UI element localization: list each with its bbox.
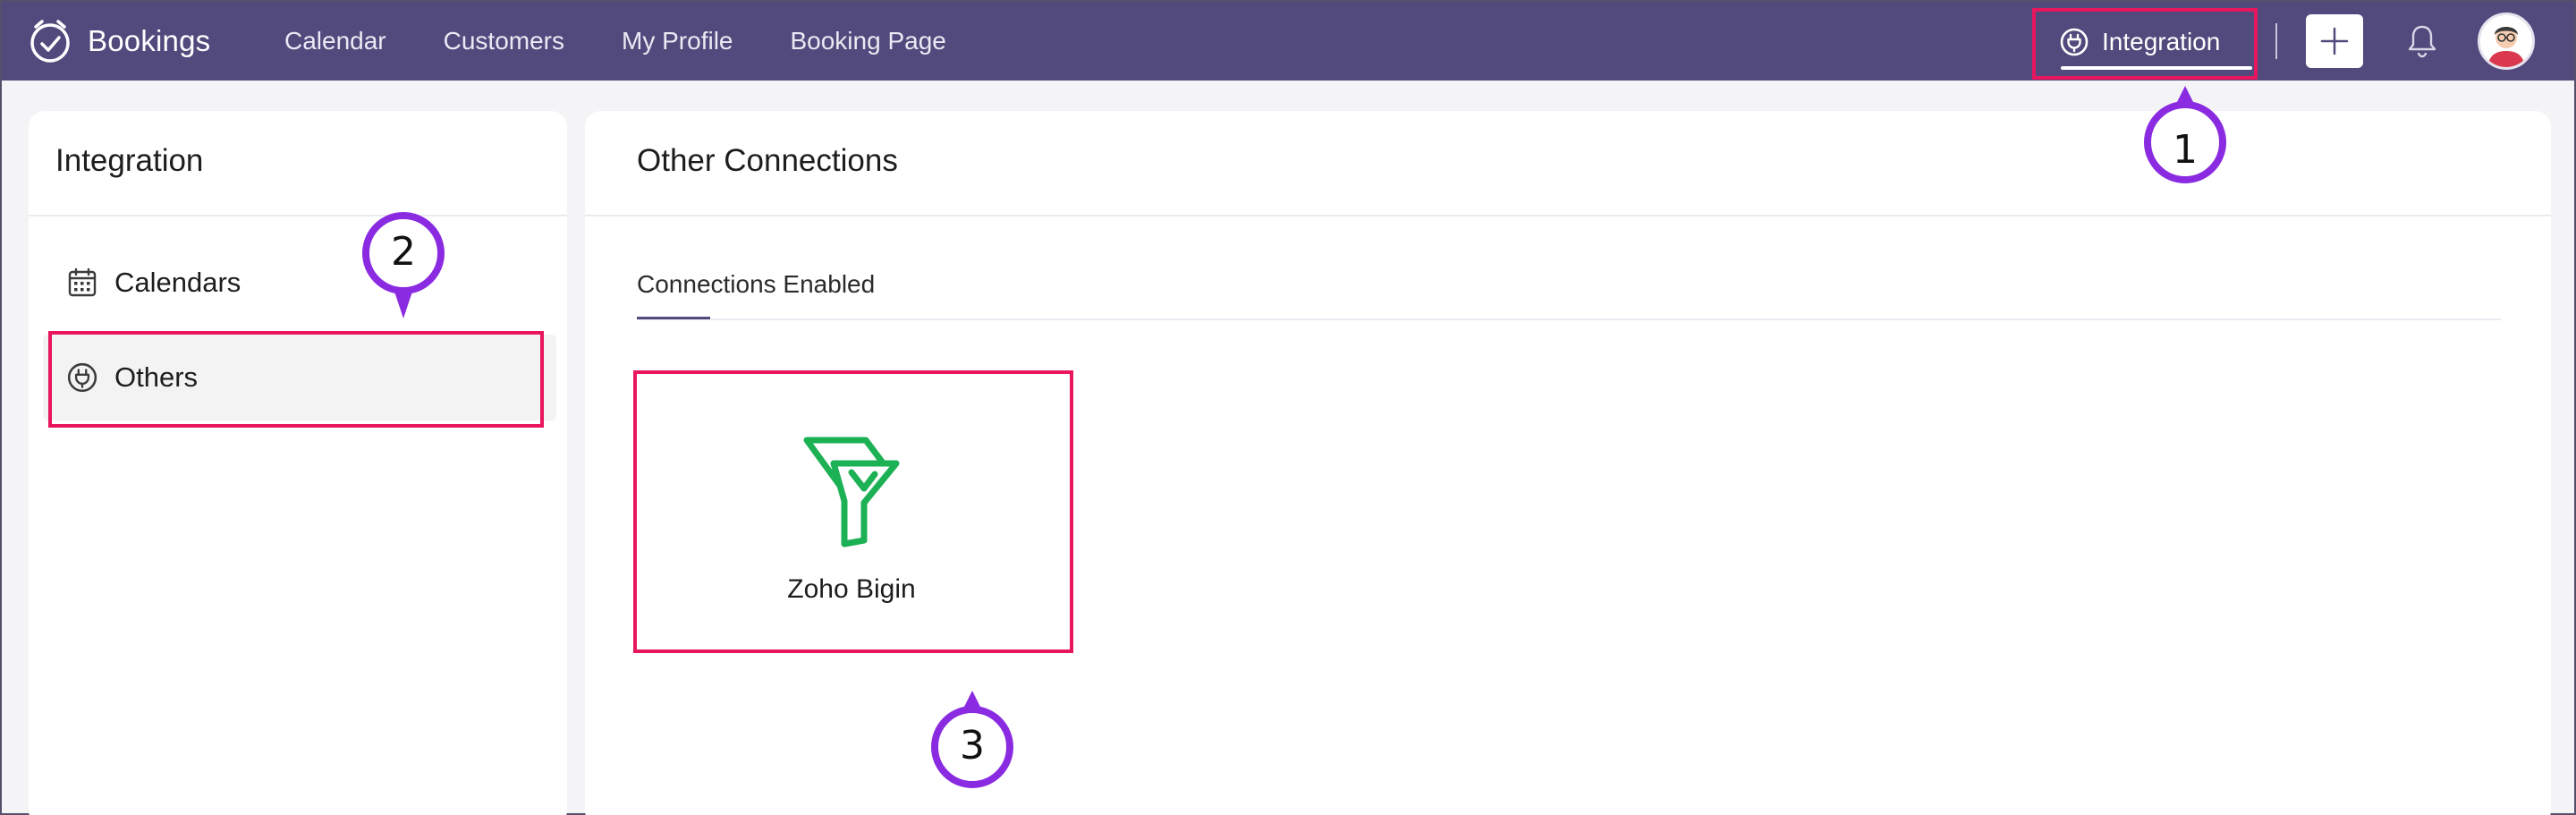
sidebar-item-label: Calendars xyxy=(114,267,242,298)
toolbar-divider xyxy=(2275,23,2277,59)
sidebar-item-calendars[interactable]: Calendars xyxy=(43,240,556,326)
nav-customers[interactable]: Customers xyxy=(444,27,564,55)
nav-calendar[interactable]: Calendar xyxy=(284,27,386,55)
callout-3: 3 xyxy=(930,691,1014,789)
header-divider xyxy=(585,215,2551,216)
user-avatar[interactable] xyxy=(2478,13,2535,70)
page-title: Other Connections xyxy=(637,143,898,178)
callout-number: 2 xyxy=(391,229,416,275)
callout-number: 1 xyxy=(2173,127,2198,173)
highlight-integration xyxy=(2032,8,2258,80)
active-tab-indicator xyxy=(637,317,710,319)
sidebar-divider xyxy=(29,215,567,216)
sidebar-title: Integration xyxy=(55,143,204,178)
brand[interactable]: Bookings xyxy=(27,16,210,66)
app-name: Bookings xyxy=(88,24,211,57)
avatar-icon xyxy=(2480,15,2532,67)
sidebar-panel: Integration Calendars Others xyxy=(29,111,567,815)
tab-bar-divider xyxy=(637,318,2501,320)
main-nav: Calendar Customers My Profile Booking Pa… xyxy=(284,2,946,81)
plus-icon xyxy=(2320,27,2349,55)
nav-my-profile[interactable]: My Profile xyxy=(622,27,733,55)
callout-2: 2 xyxy=(361,211,445,318)
nav-booking-page[interactable]: Booking Page xyxy=(790,27,945,55)
bookings-logo-icon xyxy=(30,20,70,63)
callout-number: 3 xyxy=(960,723,985,768)
callout-1: 1 xyxy=(2143,86,2227,184)
highlight-zoho-bigin xyxy=(633,370,1073,653)
bell-icon[interactable] xyxy=(2404,21,2440,61)
tab-connections-enabled[interactable]: Connections Enabled xyxy=(637,270,875,299)
top-bar: Bookings Calendar Customers My Profile B… xyxy=(2,2,2574,81)
calendar-icon xyxy=(68,267,97,297)
highlight-others xyxy=(48,331,544,428)
add-button[interactable] xyxy=(2306,14,2363,68)
